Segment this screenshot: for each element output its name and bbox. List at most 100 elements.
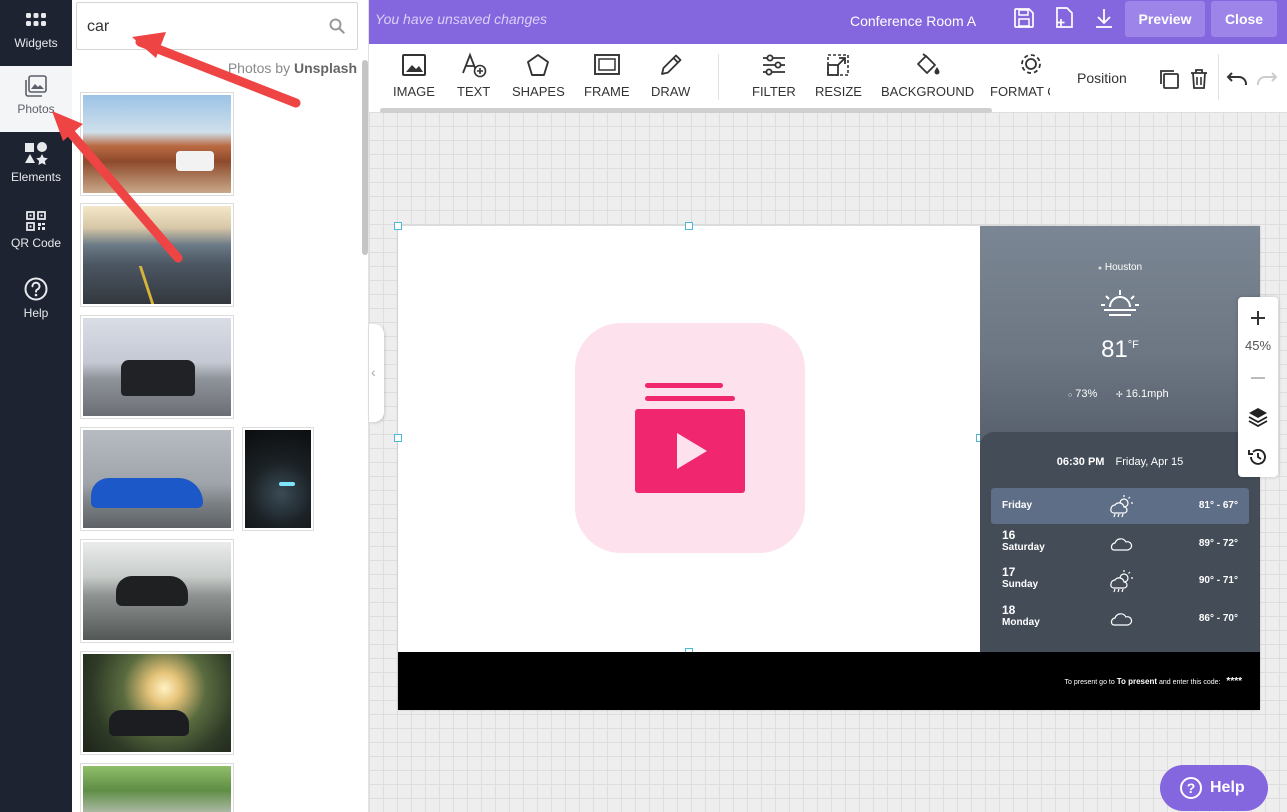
preview-button[interactable]: Preview — [1125, 1, 1205, 37]
tool-image[interactable]: IMAGE — [393, 52, 435, 99]
forecast-day: 18 Monday — [1002, 603, 1040, 628]
tool-label: FILTER — [752, 84, 796, 99]
tool-label: DRAW — [651, 84, 691, 99]
photos-panel: Photos by Unsplash — [72, 0, 369, 812]
help-button[interactable]: ? Help — [1160, 765, 1268, 811]
download-icon[interactable] — [1092, 6, 1116, 30]
elements-icon — [25, 142, 48, 165]
editor-toolbar: IMAGE TEXT SHAPES FRAME DRAW FILTER RESI… — [369, 44, 1281, 112]
close-button[interactable]: Close — [1211, 1, 1277, 37]
porsche-shape — [116, 576, 188, 606]
top-bar: You have unsaved changes Conference Room… — [369, 0, 1287, 44]
pentagon-icon — [527, 54, 550, 76]
forecast-weekday: Friday — [1002, 500, 1033, 511]
tool-background[interactable]: BACKGROUND — [881, 52, 974, 99]
forecast-datetime: 06:30 PM Friday, Apr 15 — [980, 456, 1260, 468]
selection-handle[interactable] — [685, 222, 693, 230]
media-zone[interactable] — [398, 226, 980, 652]
rail-item-elements[interactable]: Elements — [0, 134, 72, 200]
search-icon[interactable] — [329, 18, 345, 34]
present-code-footer[interactable]: To present go to To present and enter th… — [398, 652, 1260, 710]
photo-thumbnail-headlight[interactable] — [242, 427, 314, 531]
rail-item-photos[interactable]: Photos — [0, 66, 72, 132]
photo-search-input[interactable] — [87, 15, 317, 39]
rail-item-help[interactable]: Help — [0, 270, 72, 336]
rail-item-label: Help — [23, 306, 49, 320]
suv-shape — [176, 151, 214, 171]
help-button-label: Help — [1210, 779, 1245, 796]
photo-thumbnail-mustang[interactable] — [80, 315, 234, 419]
tool-label: TEXT — [457, 84, 491, 99]
forecast-day: 16 Saturday — [1002, 528, 1045, 553]
photo-thumbnail-sunset[interactable] — [80, 651, 234, 755]
wind-value: 16.1mph — [1125, 388, 1169, 400]
room-name[interactable]: Conference Room A — [850, 13, 976, 29]
tool-format[interactable]: FORMAT C — [990, 52, 1050, 99]
grid-icon — [26, 13, 46, 26]
rail-item-widgets[interactable]: Widgets — [0, 0, 72, 66]
forecast-date: Friday, Apr 15 — [1115, 456, 1184, 468]
weather-city-name: Houston — [1104, 262, 1143, 273]
help-icon — [24, 277, 48, 301]
undo-icon[interactable] — [1226, 70, 1248, 88]
forecast-day: Friday — [1002, 500, 1032, 511]
tool-resize[interactable]: RESIZE — [815, 52, 862, 99]
photo-thumbnail-suv[interactable] — [80, 92, 234, 196]
layers-button[interactable] — [1238, 399, 1278, 435]
toolbar-divider — [718, 54, 719, 100]
present-instructions: To present go to To present and enter th… — [1065, 676, 1242, 687]
forecast-row: 17 Sunday 90° - 71° — [991, 563, 1249, 599]
zoom-in-button[interactable] — [1238, 299, 1278, 335]
tool-shapes[interactable]: SHAPES — [512, 52, 565, 99]
forecast-row: Friday 81° - 67° — [991, 488, 1249, 524]
photo-thumbnail-road[interactable] — [80, 203, 234, 307]
redo-icon[interactable] — [1256, 70, 1278, 88]
temperature-value: 81 — [1101, 336, 1128, 363]
trash-icon[interactable] — [1189, 68, 1209, 90]
weather-humidity: ○ 73% — [1068, 388, 1097, 400]
paint-bucket-icon — [916, 53, 940, 75]
credit-source-link[interactable]: Unsplash — [294, 60, 357, 76]
forecast-range: 86° - 70° — [1198, 613, 1238, 624]
forecast-day: 17 Sunday — [1002, 565, 1038, 590]
forecast-weekday: Monday — [1002, 617, 1040, 628]
history-button[interactable] — [1238, 439, 1278, 475]
forecast-date-num: 18 — [1002, 603, 1016, 617]
selection-handle[interactable] — [394, 222, 402, 230]
zoom-out-button[interactable] — [1238, 359, 1278, 395]
duplicate-icon[interactable] — [1158, 68, 1180, 90]
panel-scrollbar[interactable] — [362, 60, 368, 255]
photo-thumbnail-blue-coupe[interactable] — [80, 427, 234, 531]
thumbnail-image — [83, 654, 231, 752]
save-as-icon[interactable] — [1052, 6, 1076, 30]
frame-icon — [593, 54, 620, 75]
toolbar-scrollbar[interactable] — [380, 108, 992, 113]
present-code: **** — [1226, 676, 1242, 687]
weather-wind: ✢ 16.1mph — [1116, 388, 1169, 400]
photo-thumbnail-trees[interactable] — [80, 763, 234, 812]
save-icon[interactable] — [1012, 6, 1036, 30]
tool-frame[interactable]: FRAME — [584, 52, 630, 99]
weather-widget[interactable]: ● Houston 81°F ○ 73% ✢ 16.1mph 06:30 PM … — [980, 226, 1260, 652]
tool-label: FORMAT C — [990, 84, 1050, 99]
image-icon — [25, 75, 47, 97]
mustang-shape — [121, 360, 195, 396]
photo-thumbnail-porsche[interactable] — [80, 539, 234, 643]
tool-text[interactable]: TEXT — [457, 52, 490, 99]
weather-temperature: 81°F — [980, 336, 1260, 364]
selection-handle[interactable] — [394, 434, 402, 442]
collapse-panel-tab[interactable]: ‹ — [369, 324, 384, 422]
forecast-date-num: 17 — [1002, 565, 1016, 579]
tool-draw[interactable]: DRAW — [651, 52, 690, 99]
rail-item-label: QR Code — [10, 236, 62, 250]
tool-label: BACKGROUND — [881, 84, 975, 99]
tool-filter[interactable]: FILTER — [752, 52, 796, 99]
forecast-weekday: Saturday — [1002, 542, 1045, 553]
rail-item-qr-code[interactable]: QR Code — [0, 202, 72, 268]
sunset-icon — [1101, 290, 1139, 316]
position-button[interactable]: Position — [1077, 70, 1127, 86]
tool-label: IMAGE — [393, 84, 435, 99]
design-canvas[interactable]: ● Houston 81°F ○ 73% ✢ 16.1mph 06:30 PM … — [394, 222, 1260, 710]
forecast-range: 90° - 71° — [1198, 575, 1238, 586]
image-icon — [401, 54, 426, 76]
